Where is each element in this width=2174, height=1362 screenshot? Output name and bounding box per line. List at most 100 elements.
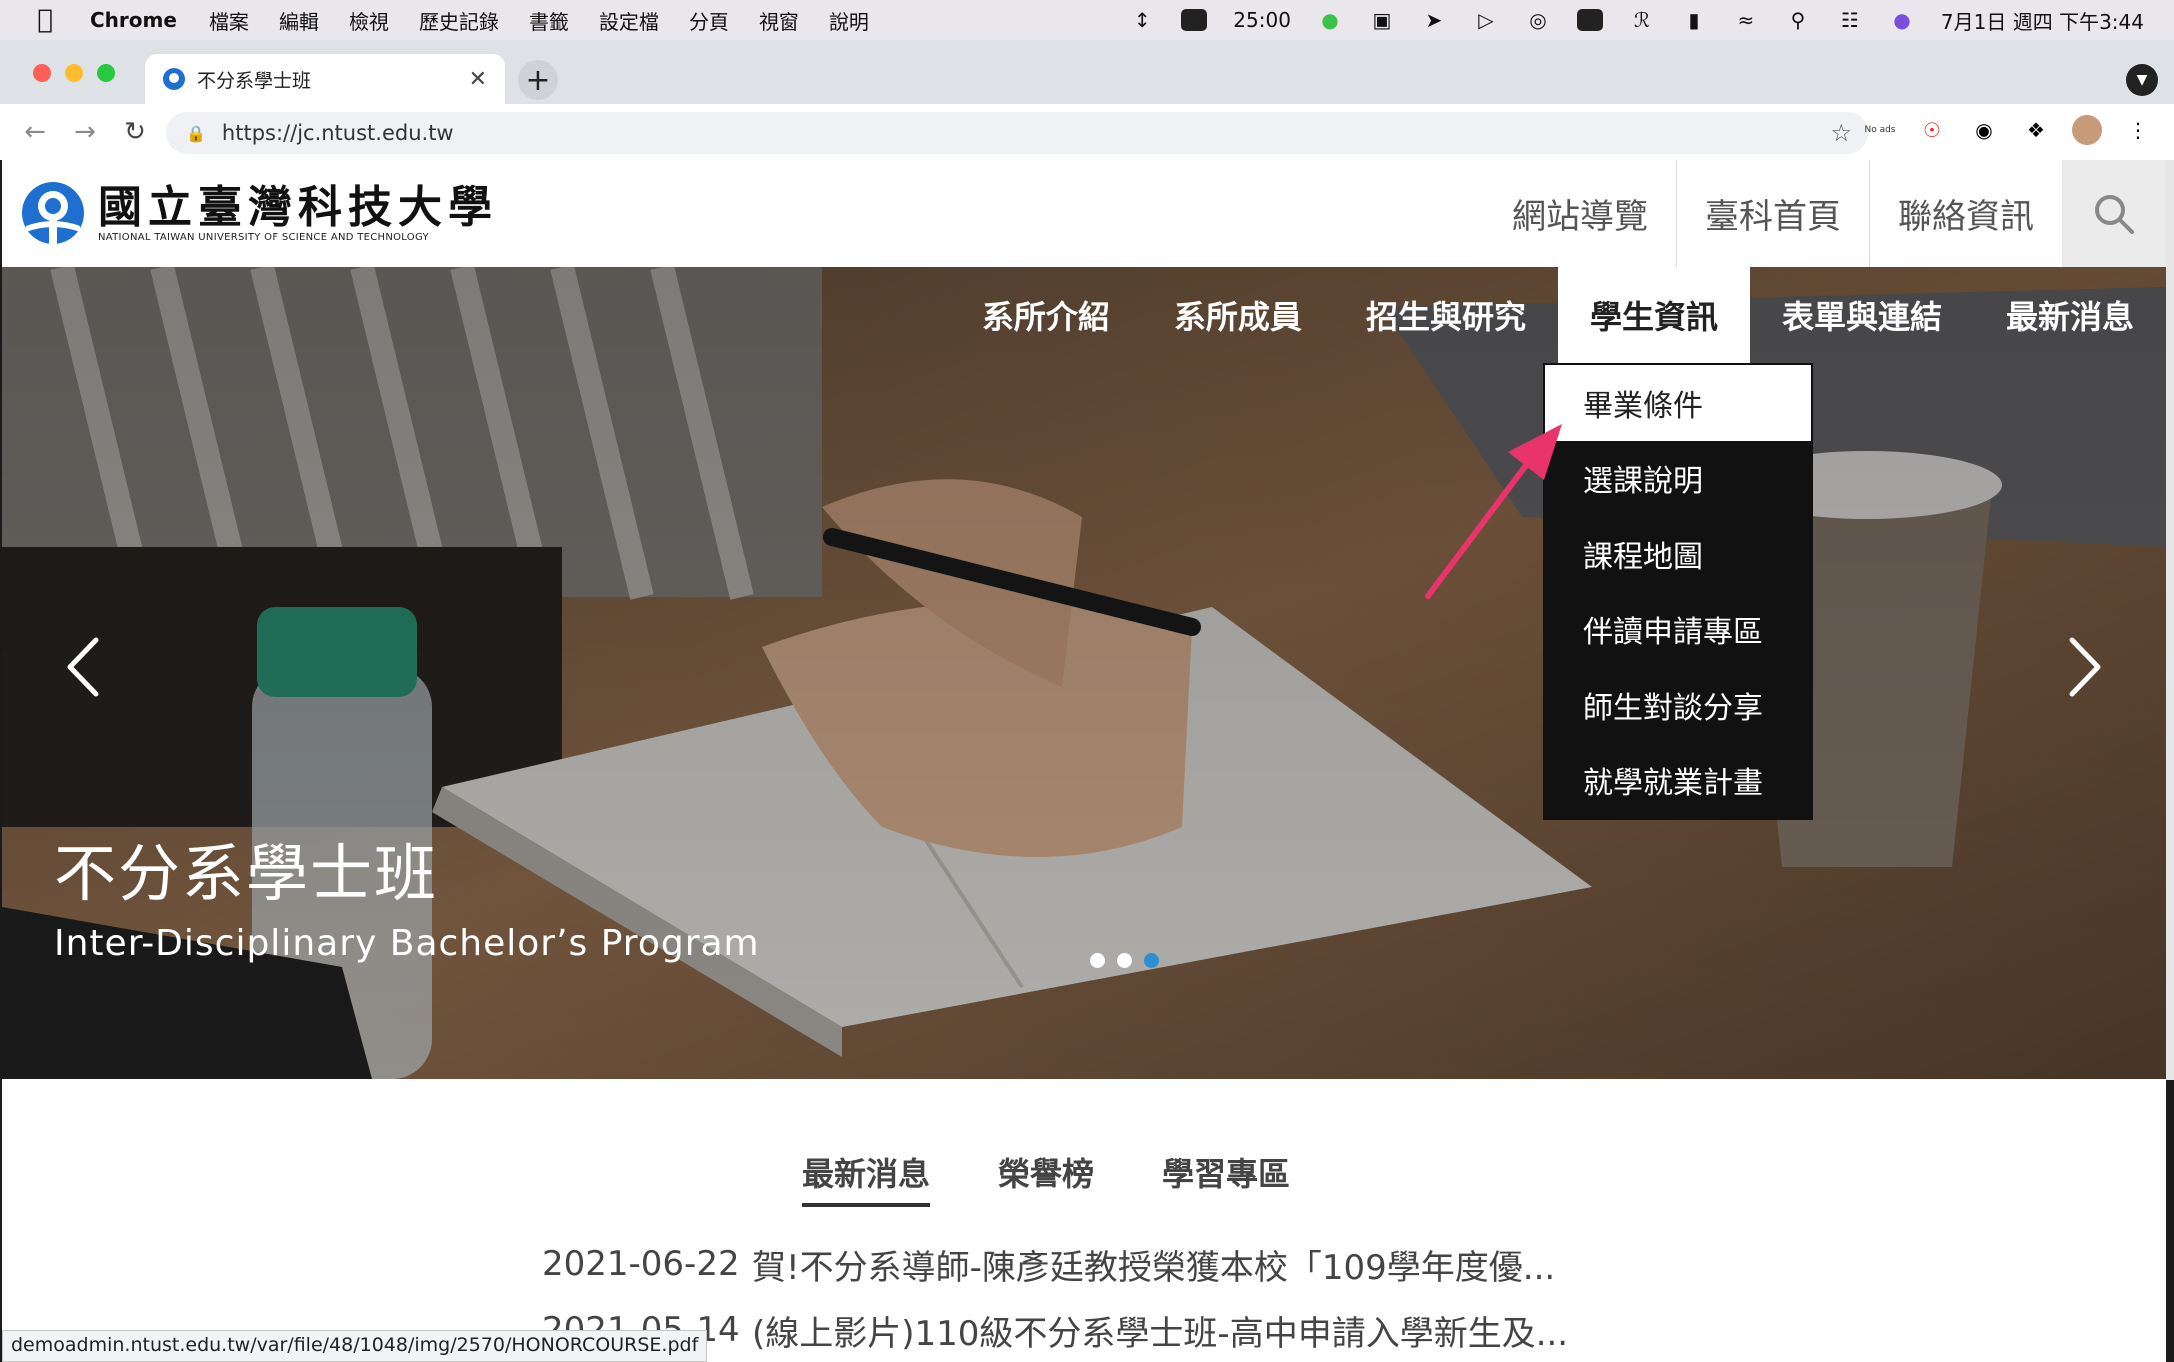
site-search-button[interactable] — [2062, 160, 2166, 267]
address-bar[interactable]: 🔒 https://jc.ntust.edu.tw ☆ — [166, 112, 1868, 154]
slider-next-chevron-icon[interactable] — [2060, 632, 2110, 702]
slider-dots — [1090, 953, 1159, 968]
tab-learning-zone[interactable]: 學習專區 — [1162, 1149, 1290, 1207]
close-tab-icon[interactable]: ✕ — [469, 67, 487, 92]
bookmark-star-icon[interactable]: ☆ — [1830, 119, 1852, 147]
menu-window[interactable]: 視窗 — [759, 6, 799, 35]
browser-toolbar: ← → ↻ 🔒 https://jc.ntust.edu.tw ☆ No ads… — [0, 104, 2174, 160]
window-controls — [33, 64, 115, 82]
chrome-menu-kebab-icon[interactable]: ⋮ — [2122, 114, 2154, 146]
dropdown-teacher-student-talks[interactable]: 師生對談分享 — [1545, 667, 1811, 743]
input-method-icon[interactable] — [1576, 9, 1603, 31]
ntust-home-link[interactable]: 臺科首頁 — [1676, 160, 1869, 267]
apple-menu-icon[interactable]:  — [0, 5, 90, 35]
news-title[interactable]: 賀!不分系導師-陳彥廷教授榮獲本校「109學年度優... — [752, 1240, 1555, 1289]
profile-avatar[interactable] — [2072, 115, 2102, 145]
nav-department-members[interactable]: 系所成員 — [1142, 267, 1334, 363]
siri-icon[interactable]: ● — [1889, 8, 1915, 32]
menubar-clock[interactable]: 7月1日 週四 下午3:44 — [1941, 6, 2144, 35]
sitemap-link[interactable]: 網站導覽 — [1484, 160, 1676, 267]
search-icon — [2095, 194, 2134, 234]
red-target-extension-icon[interactable]: ☉ — [1916, 114, 1948, 146]
forward-arrow-icon[interactable]: → — [60, 117, 110, 147]
nav-admissions-research[interactable]: 招生與研究 — [1334, 267, 1558, 363]
page-scrollbar[interactable] — [2166, 160, 2174, 1080]
airdrop-icon[interactable]: ◎ — [1525, 8, 1551, 32]
site-header: 國立臺灣科技大學 NATIONAL TAIWAN UNIVERSITY OF S… — [2, 160, 2166, 267]
student-info-dropdown: 畢業條件 選課說明 課程地圖 伴讀申請專區 師生對談分享 就學就業計畫 — [1543, 363, 1813, 820]
hero-slider: 系所介紹 系所成員 招生與研究 學生資訊 表單與連結 最新消息 畢業條件 選課說… — [2, 267, 2166, 1079]
browser-chrome: 不分系學士班 ✕ + ▼ ← → ↻ 🔒 https://jc.ntust.ed… — [0, 40, 2174, 160]
new-tab-button[interactable]: + — [518, 60, 558, 100]
menu-view[interactable]: 檢視 — [349, 6, 389, 35]
glasses-extension-icon[interactable]: ◉ — [1968, 114, 2000, 146]
nav-department-intro[interactable]: 系所介紹 — [950, 267, 1142, 363]
slider-dot-2[interactable] — [1117, 953, 1132, 968]
status-area: ↕ 25:00 ● ▣ ➤ ▷ ◎ ℛ ▮ ≈ ⚲ ☷ ● 7月1日 週四 下午… — [1129, 0, 2144, 40]
tab-title: 不分系學士班 — [197, 69, 312, 92]
menu-bookmarks[interactable]: 書籤 — [529, 6, 569, 35]
news-tabs: 最新消息 榮譽榜 學習專區 — [802, 1149, 1290, 1207]
dropdown-study-employment-plan[interactable]: 就學就業計畫 — [1545, 743, 1811, 819]
tab-search-chevron-icon[interactable]: ▼ — [2126, 64, 2158, 96]
puzzle-extensions-icon[interactable]: ❖ — [2020, 114, 2052, 146]
play-icon[interactable]: ▷ — [1473, 8, 1499, 32]
no-ads-extension-icon[interactable]: No ads — [1864, 114, 1896, 146]
hero-subtitle: Inter-Disciplinary Bachelor’s Program — [54, 923, 760, 964]
menu-tab[interactable]: 分頁 — [689, 6, 729, 35]
hero-title: 不分系學士班 — [54, 837, 439, 910]
contact-info-link[interactable]: 聯絡資訊 — [1869, 160, 2062, 267]
news-date: 2021-06-22 — [542, 1244, 740, 1284]
tab-honor-roll[interactable]: 榮譽榜 — [998, 1149, 1094, 1207]
menu-history[interactable]: 歷史記錄 — [419, 6, 499, 35]
app-menu-chrome[interactable]: Chrome — [90, 8, 177, 32]
arrow-app-icon[interactable]: ➤ — [1421, 8, 1447, 32]
main-nav: 系所介紹 系所成員 招生與研究 學生資訊 表單與連結 最新消息 — [950, 267, 2166, 363]
lock-icon[interactable]: 🔒 — [186, 124, 206, 143]
control-center-icon[interactable]: ☷ — [1837, 8, 1863, 32]
dropdown-tutoring-application[interactable]: 伴讀申請專區 — [1545, 592, 1811, 668]
back-arrow-icon[interactable]: ← — [10, 117, 60, 147]
zoom-window-button[interactable] — [97, 64, 115, 82]
ntust-emblem-icon — [22, 182, 84, 244]
dropdown-graduation-requirements[interactable]: 畢業條件 — [1545, 365, 1811, 441]
spotlight-search-icon[interactable]: ⚲ — [1785, 8, 1811, 32]
url-text[interactable]: https://jc.ntust.edu.tw — [222, 121, 454, 145]
nav-latest-news[interactable]: 最新消息 — [1974, 267, 2166, 363]
university-logo[interactable]: 國立臺灣科技大學 NATIONAL TAIWAN UNIVERSITY OF S… — [20, 180, 498, 246]
logo-english-name: NATIONAL TAIWAN UNIVERSITY OF SCIENCE AN… — [98, 231, 429, 243]
nav-student-info[interactable]: 學生資訊 — [1557, 267, 1750, 363]
transfer-icon[interactable]: ↕ — [1129, 8, 1155, 32]
tab-strip: 不分系學士班 ✕ + ▼ — [0, 40, 2174, 104]
logo-text: 國立臺灣科技大學 NATIONAL TAIWAN UNIVERSITY OF S… — [98, 183, 498, 243]
clapperboard-icon[interactable]: ▣ — [1369, 8, 1395, 32]
timer-readout[interactable]: 25:00 — [1233, 8, 1291, 32]
menu-help[interactable]: 說明 — [829, 6, 869, 35]
tab-latest-news[interactable]: 最新消息 — [802, 1149, 931, 1207]
utility-nav: 網站導覽 臺科首頁 聯絡資訊 — [1484, 160, 2166, 267]
slider-dot-3[interactable] — [1144, 953, 1159, 968]
news-title[interactable]: (線上影片)110級不分系學士班-高中申請入學新生及... — [752, 1306, 1568, 1355]
dropdown-course-map[interactable]: 課程地圖 — [1545, 516, 1811, 592]
news-item[interactable]: 2021-06-22 賀!不分系導師-陳彥廷教授榮獲本校「109學年度優... — [542, 1231, 1568, 1297]
browser-tab-active[interactable]: 不分系學士班 ✕ — [145, 54, 505, 104]
dropdown-course-selection[interactable]: 選課說明 — [1545, 441, 1811, 517]
timer-app-icon[interactable] — [1181, 9, 1208, 31]
menu-profiles[interactable]: 設定檔 — [599, 6, 659, 35]
wifi-icon[interactable]: ≈ — [1733, 8, 1759, 32]
menu-edit[interactable]: 編輯 — [279, 6, 319, 35]
battery-icon[interactable]: ▮ — [1681, 8, 1707, 32]
slider-prev-chevron-icon[interactable] — [58, 632, 108, 702]
reload-icon[interactable]: ↻ — [110, 117, 160, 147]
menu-file[interactable]: 檔案 — [209, 6, 249, 35]
extensions-area: No ads ☉ ◉ ❖ ⋮ — [1864, 114, 2154, 146]
slider-dot-1[interactable] — [1090, 953, 1105, 968]
bluetooth-icon[interactable]: ℛ — [1629, 8, 1655, 32]
link-status-bar: demoadmin.ntust.edu.tw/var/file/48/1048/… — [2, 1330, 708, 1362]
close-window-button[interactable] — [33, 64, 51, 82]
line-icon[interactable]: ● — [1317, 8, 1343, 32]
minimize-window-button[interactable] — [65, 64, 83, 82]
nav-forms-links[interactable]: 表單與連結 — [1750, 267, 1974, 363]
news-section: 最新消息 榮譽榜 學習專區 2021-06-22 賀!不分系導師-陳彥廷教授榮獲… — [2, 1079, 2166, 1362]
macos-menu-bar:  Chrome 檔案 編輯 檢視 歷史記錄 書籤 設定檔 分頁 視窗 說明 ↕… — [0, 0, 2174, 40]
